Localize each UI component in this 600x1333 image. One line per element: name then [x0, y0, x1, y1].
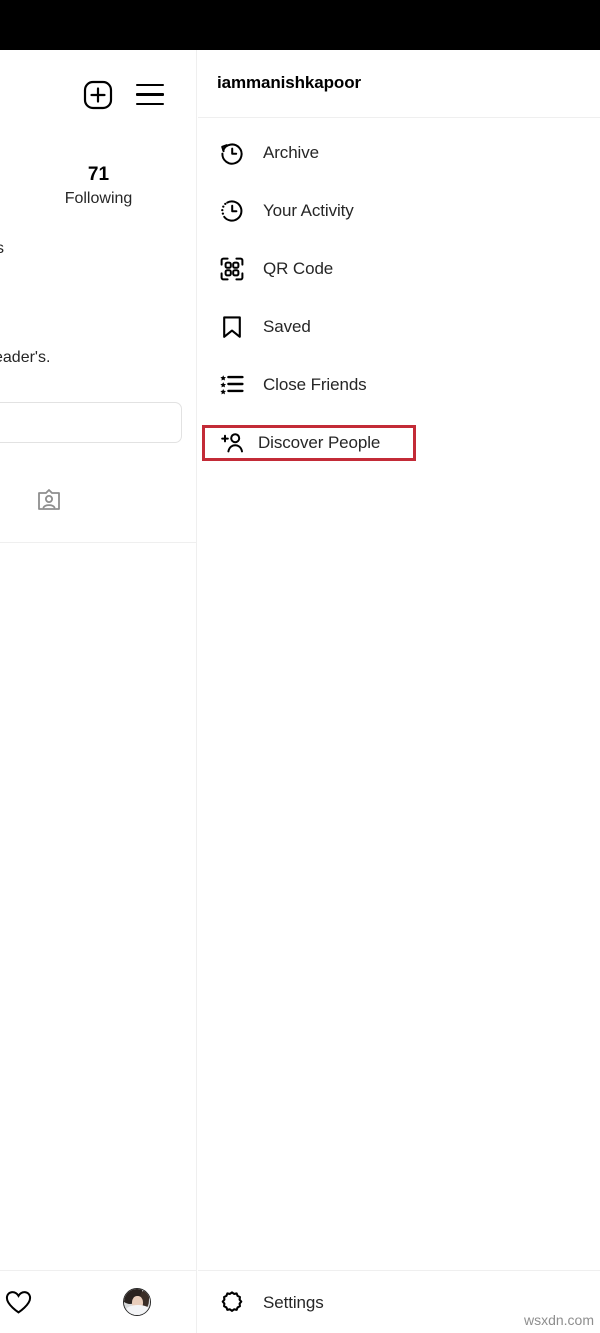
avatar[interactable]: [123, 1288, 151, 1316]
hamburger-line: [136, 93, 164, 96]
menu-item-saved[interactable]: Saved: [198, 298, 600, 356]
activity-clock-icon: [217, 196, 247, 226]
followers-stat-partial[interactable]: s: [0, 240, 4, 258]
hamburger-line: [136, 84, 164, 87]
account-menu-sheet: iammanishkapoor Archive Your Activity QR…: [198, 50, 600, 1333]
bookmark-icon: [217, 312, 247, 342]
following-stat[interactable]: 71 Following: [0, 163, 196, 211]
hamburger-line: [136, 102, 164, 106]
hamburger-icon[interactable]: [136, 84, 164, 106]
following-label: Following: [64, 190, 133, 207]
profile-header-actions: [0, 64, 196, 118]
profile-bio-text: eader's.: [0, 349, 51, 366]
gear-icon: [217, 1288, 247, 1318]
menu-list: Archive Your Activity QR Code Saved Clos…: [198, 118, 600, 472]
menu-item-label: Archive: [263, 143, 319, 162]
menu-item-label: QR Code: [263, 259, 334, 278]
watermark: wsxdn.com: [523, 1312, 594, 1328]
settings-label: Settings: [263, 1292, 324, 1312]
archive-clock-icon: [217, 138, 247, 168]
bottom-nav: [0, 1270, 197, 1333]
menu-item-label: Discover People: [258, 433, 381, 452]
edit-profile-button[interactable]: [0, 402, 182, 443]
settings-bar: Settings wsxdn.com: [198, 1270, 600, 1333]
screen: 71 Following s eader's. iammanishkapoor: [0, 0, 600, 1333]
menu-item-close-friends[interactable]: Close Friends: [198, 356, 600, 414]
heart-icon[interactable]: [5, 1290, 32, 1315]
menu-item-discover-people-wrapper: Discover People: [198, 414, 600, 472]
following-count: 71: [87, 164, 110, 185]
menu-item-qr-code[interactable]: QR Code: [198, 240, 600, 298]
menu-username[interactable]: iammanishkapoor: [217, 73, 361, 93]
close-friends-icon: [217, 370, 247, 400]
menu-item-label: Saved: [263, 317, 311, 336]
menu-item-label: Your Activity: [263, 201, 354, 220]
menu-item-discover-people[interactable]: Discover People: [202, 425, 416, 461]
menu-item-your-activity[interactable]: Your Activity: [198, 182, 600, 240]
menu-header: iammanishkapoor: [198, 50, 600, 118]
add-person-icon: [220, 430, 246, 456]
tagged-person-icon[interactable]: [36, 487, 62, 513]
profile-tabs: [0, 465, 196, 543]
status-bar: [0, 0, 600, 50]
avatar-body: [126, 1305, 150, 1315]
plus-square-icon[interactable]: [83, 80, 113, 110]
qr-code-icon: [217, 254, 247, 284]
menu-item-archive[interactable]: Archive: [198, 124, 600, 182]
profile-panel: 71 Following s eader's.: [0, 50, 197, 1333]
menu-item-label: Close Friends: [263, 375, 367, 394]
